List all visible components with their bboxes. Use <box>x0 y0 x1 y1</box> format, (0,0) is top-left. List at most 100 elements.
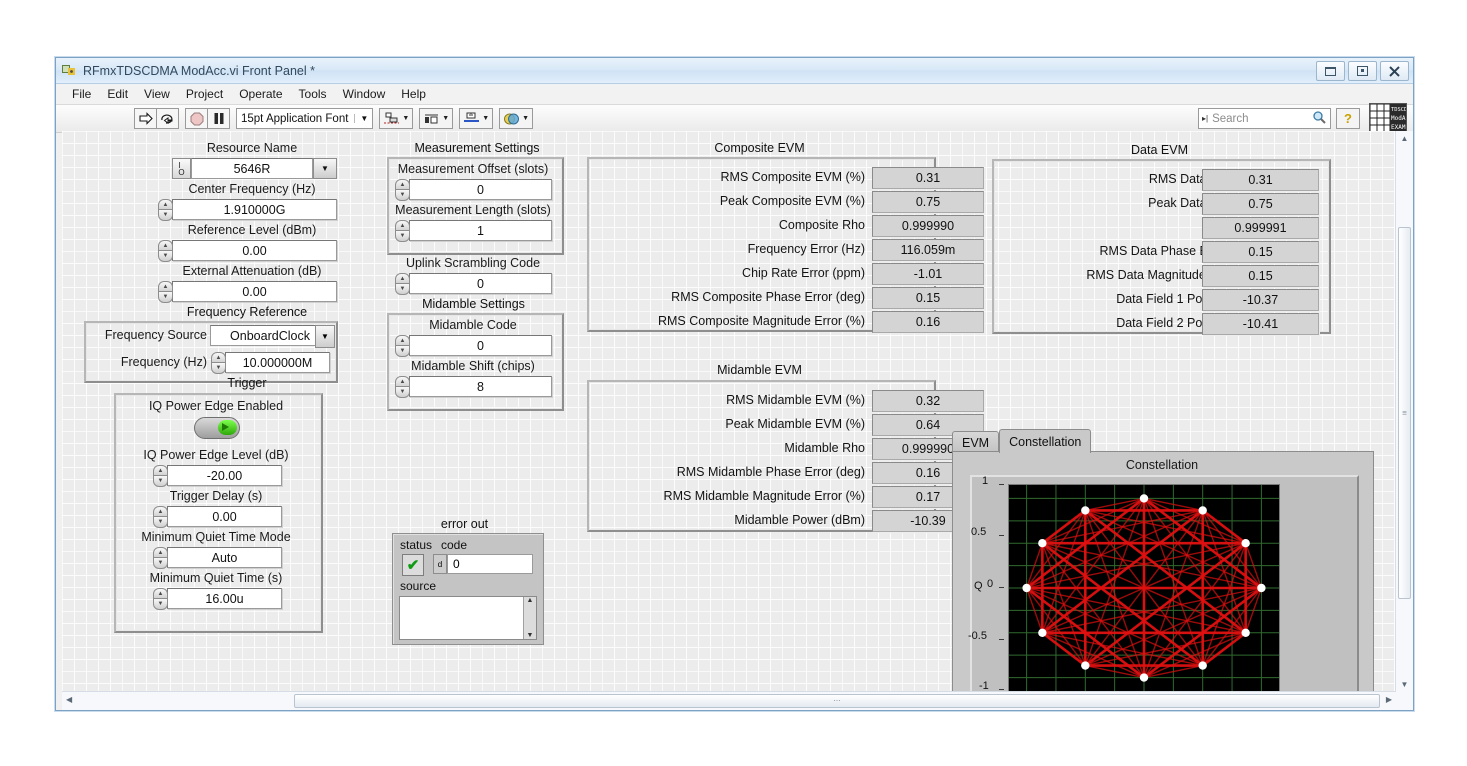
center-frequency-control[interactable]: ▲ ▼ 1.910000G <box>157 199 337 221</box>
minimize-button[interactable] <box>1316 61 1345 81</box>
vi-icon[interactable]: TDSCDMA ModAcc EXAMPLE <box>1369 102 1407 135</box>
menu-item-help[interactable]: Help <box>393 85 434 103</box>
frequency-source-chevron-down-icon[interactable]: ▼ <box>315 325 335 348</box>
error-code-value[interactable]: 0 <box>447 554 533 574</box>
indicator-value: 116.059m <box>872 239 984 261</box>
scroll-left-icon[interactable]: ◀ <box>66 695 72 704</box>
uplink-scrambling-code-control[interactable]: ▲ ▼ 0 <box>394 273 552 295</box>
iq-power-edge-level-value[interactable]: -20.00 <box>167 465 282 486</box>
measurement-offset-value[interactable]: 0 <box>409 179 552 200</box>
measurement-offset-stepper[interactable]: ▲ ▼ <box>394 179 410 201</box>
minimum-quiet-time-mode-control[interactable]: ▲ ▼ Auto <box>152 547 282 569</box>
scroll-right-icon[interactable]: ▶ <box>1386 695 1392 704</box>
menu-item-tools[interactable]: Tools <box>291 85 335 103</box>
menu-item-edit[interactable]: Edit <box>99 85 136 103</box>
minimum-quiet-time-value[interactable]: 16.00u <box>167 588 282 609</box>
menu-item-window[interactable]: Window <box>335 85 394 103</box>
resource-name-combo[interactable]: IO 5646R ▼ <box>172 158 337 179</box>
search-input[interactable]: ▸| Search <box>1198 108 1331 129</box>
error-code-label: code <box>441 538 468 552</box>
indicator-value: 0.15 <box>872 287 984 309</box>
center-frequency-value[interactable]: 1.910000G <box>172 199 337 220</box>
measurement-length-value[interactable]: 1 <box>409 220 552 241</box>
measurement-settings-title: Measurement Settings <box>414 141 540 155</box>
external-attenuation-value[interactable]: 0.00 <box>172 281 337 302</box>
indicator-label: RMS Composite EVM (%) <box>720 170 865 184</box>
font-selector[interactable]: 15pt Application Font ▼ <box>236 108 374 129</box>
chevron-down-icon[interactable]: ▼ <box>354 114 368 123</box>
align-objects-button[interactable]: ▼ <box>379 108 414 129</box>
vertical-scrollbar-thumb[interactable]: ≡ <box>1398 227 1411 599</box>
measurement-length-control[interactable]: ▲ ▼ 1 <box>394 220 552 242</box>
reference-level-stepper[interactable]: ▲ ▼ <box>157 240 173 262</box>
iq-power-edge-level-control[interactable]: ▲ ▼ -20.00 <box>152 465 282 487</box>
error-status-led[interactable]: ✔ <box>402 554 424 576</box>
tab-evm[interactable]: EVM <box>952 431 1000 453</box>
run-continuously-button[interactable] <box>157 109 178 128</box>
indicator-label: Peak Composite EVM (%) <box>719 194 865 208</box>
frequency-hz-value[interactable]: 10.000000M <box>225 352 330 373</box>
horizontal-scrollbar[interactable]: ◀ ⋯ ▶ <box>62 691 1396 710</box>
minimum-quiet-time-mode-stepper[interactable]: ▲ ▼ <box>152 547 168 569</box>
measurement-length-stepper[interactable]: ▲ ▼ <box>394 220 410 242</box>
minimum-quiet-time-mode-value[interactable]: Auto <box>167 547 282 568</box>
frequency-hz-stepper[interactable]: ▲ ▼ <box>210 352 226 374</box>
external-attenuation-control[interactable]: ▲ ▼ 0.00 <box>157 281 337 303</box>
front-panel-canvas: Resource Name IO 5646R ▼ Center Frequenc… <box>62 131 1413 710</box>
run-button[interactable] <box>135 109 157 128</box>
chevron-down-icon: ▼ <box>402 115 410 122</box>
measurement-offset-control[interactable]: ▲ ▼ 0 <box>394 179 552 201</box>
uplink-scrambling-code-value[interactable]: 0 <box>409 273 552 294</box>
external-attenuation-stepper[interactable]: ▲ ▼ <box>157 281 173 303</box>
trigger-delay-value[interactable]: 0.00 <box>167 506 282 527</box>
iq-power-edge-enabled-toggle[interactable] <box>194 417 240 439</box>
menu-item-project[interactable]: Project <box>178 85 231 103</box>
reference-level-value[interactable]: 0.00 <box>172 240 337 261</box>
midamble-code-stepper[interactable]: ▲ ▼ <box>394 335 410 357</box>
restore-button[interactable] <box>1348 61 1377 81</box>
error-code-radix-icon[interactable]: d <box>433 554 447 574</box>
menu-item-operate[interactable]: Operate <box>231 85 290 103</box>
distribute-objects-button[interactable]: ▼ <box>419 108 454 129</box>
iq-power-edge-level-stepper[interactable]: ▲ ▼ <box>152 465 168 487</box>
chevron-down-icon[interactable]: ▼ <box>313 158 337 179</box>
trigger-delay-stepper[interactable]: ▲ ▼ <box>152 506 168 528</box>
abort-button[interactable] <box>186 109 208 128</box>
font-selector-value: 15pt Application Font <box>241 112 349 125</box>
vertical-scrollbar[interactable]: ▲ ≡ ▼ <box>1395 131 1413 692</box>
window-controls <box>1316 61 1409 81</box>
midamble-code-control[interactable]: ▲ ▼ 0 <box>394 335 552 357</box>
constellation-scatter <box>1009 485 1279 691</box>
scroll-down-icon[interactable]: ▼ <box>1401 680 1409 689</box>
indicator-label: RMS Midamble EVM (%) <box>726 393 865 407</box>
error-source-text[interactable]: ▲ ▼ <box>399 596 537 640</box>
frequency-hz-control[interactable]: ▲ ▼ 10.000000M <box>210 352 330 374</box>
midamble-shift-value[interactable]: 8 <box>409 376 552 397</box>
constellation-plot-area[interactable] <box>1008 484 1280 692</box>
context-help-button[interactable]: ? <box>1336 108 1360 129</box>
scroll-up-icon[interactable]: ▲ <box>1401 134 1409 143</box>
resize-objects-button[interactable]: ▼ <box>459 108 494 129</box>
trigger-delay-control[interactable]: ▲ ▼ 0.00 <box>152 506 282 528</box>
menu-item-view[interactable]: View <box>136 85 178 103</box>
minimum-quiet-time-stepper[interactable]: ▲ ▼ <box>152 588 168 610</box>
horizontal-scrollbar-thumb[interactable]: ⋯ <box>294 694 1380 708</box>
tab-constellation[interactable]: Constellation <box>999 429 1092 453</box>
search-icon[interactable] <box>1312 110 1326 127</box>
constellation-graph[interactable]: 1 0.5 0 -0.5 -1 Q <box>968 475 1359 710</box>
close-button[interactable] <box>1380 61 1409 81</box>
frequency-source-combo[interactable]: OnboardClock <box>210 325 330 346</box>
indicator-label: RMS Midamble Phase Error (deg) <box>676 465 865 479</box>
pause-button[interactable] <box>208 109 229 128</box>
uplink-scrambling-code-stepper[interactable]: ▲ ▼ <box>394 273 410 295</box>
reference-level-control[interactable]: ▲ ▼ 0.00 <box>157 240 337 262</box>
error-source-scrollbar[interactable]: ▲ ▼ <box>523 597 536 639</box>
reorder-button[interactable]: ▼ <box>499 108 534 129</box>
midamble-shift-stepper[interactable]: ▲ ▼ <box>394 376 410 398</box>
midamble-shift-control[interactable]: ▲ ▼ 8 <box>394 376 552 398</box>
center-frequency-stepper[interactable]: ▲ ▼ <box>157 199 173 221</box>
midamble-code-value[interactable]: 0 <box>409 335 552 356</box>
minimum-quiet-time-control[interactable]: ▲ ▼ 16.00u <box>152 588 282 610</box>
error-code-control[interactable]: d 0 <box>433 554 533 574</box>
menu-item-file[interactable]: File <box>64 85 99 103</box>
